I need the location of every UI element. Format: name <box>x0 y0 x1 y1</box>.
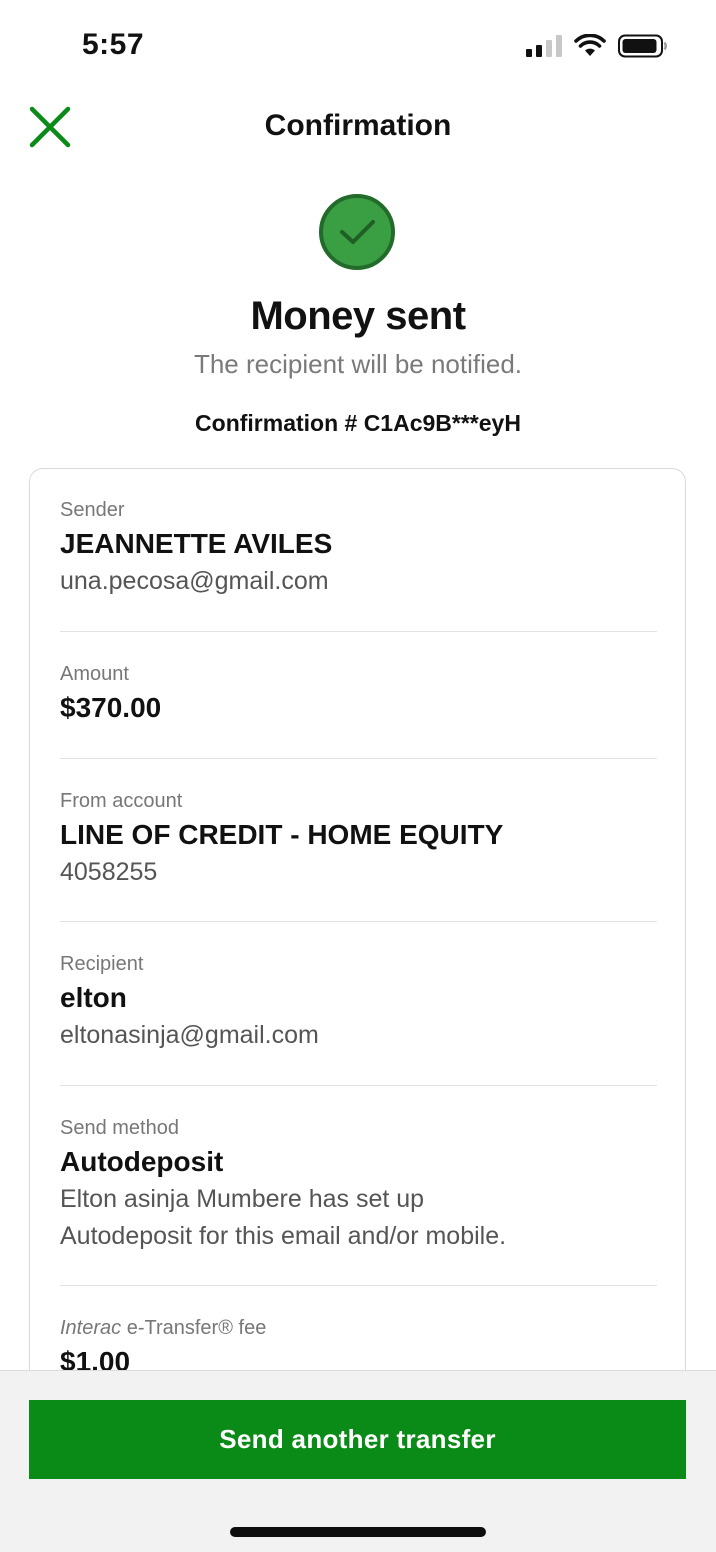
sender-section: Sender JEANNETTE AVILES una.pecosa@gmail… <box>60 499 657 600</box>
from-account-number: 4058255 <box>60 858 158 886</box>
send-method-section: Send method Autodeposit Elton asinja Mum… <box>60 1117 657 1255</box>
sender-name: JEANNETTE AVILES <box>60 528 333 559</box>
check-circle-icon <box>319 194 395 270</box>
status-time: 5:57 <box>82 28 145 61</box>
success-title: Money sent <box>250 294 466 338</box>
from-account-label: From account <box>60 790 183 812</box>
fee-label: Interac e-Transfer® fee <box>60 1317 657 1340</box>
fee-section: Interac e-Transfer® fee $1.00 <box>60 1317 657 1378</box>
home-indicator <box>230 1527 486 1537</box>
success-subtitle: The recipient will be notified. <box>193 349 523 379</box>
send-another-transfer-button[interactable]: Send another transfer <box>29 1400 686 1479</box>
recipient-name: elton <box>60 982 127 1013</box>
send-method-note-line2: Autodeposit for this email and/or mobile… <box>60 1222 507 1250</box>
from-account-name: LINE OF CREDIT - HOME EQUITY <box>60 819 504 850</box>
fee-label-rest: e-Transfer® fee <box>121 1317 267 1339</box>
divider <box>60 921 657 922</box>
amount-value: $370.00 <box>60 692 162 723</box>
divider <box>60 1085 657 1086</box>
wifi-icon <box>574 34 606 56</box>
sender-label: Sender <box>60 499 125 521</box>
send-method-label: Send method <box>60 1117 179 1139</box>
amount-section: Amount $370.00 <box>60 663 657 724</box>
bottom-action-bar: Send another transfer <box>0 1370 716 1552</box>
transfer-details-card: Sender JEANNETTE AVILES una.pecosa@gmail… <box>29 468 686 1428</box>
amount-label: Amount <box>60 663 129 685</box>
fee-label-italic: Interac <box>60 1317 122 1339</box>
confirmation-number: Confirmation # C1Ac9B***eyH <box>195 410 521 436</box>
divider <box>60 758 657 759</box>
status-icons <box>526 34 668 58</box>
recipient-email: eltonasinja@gmail.com <box>60 1021 319 1049</box>
send-method-note-line1: Elton asinja Mumbere has set up <box>60 1185 425 1213</box>
status-bar: 5:57 <box>0 0 716 95</box>
from-account-section: From account LINE OF CREDIT - HOME EQUIT… <box>60 790 657 891</box>
recipient-section: Recipient elton eltonasinja@gmail.com <box>60 953 657 1054</box>
page-title: Confirmation <box>264 109 452 142</box>
divider <box>60 1285 657 1286</box>
header: Confirmation <box>0 95 716 165</box>
divider <box>60 631 657 632</box>
send-method-note: Elton asinja Mumbere has set up Autodepo… <box>60 1181 657 1255</box>
sender-email: una.pecosa@gmail.com <box>60 567 329 595</box>
cellular-signal-icon <box>526 35 562 57</box>
send-method-value: Autodeposit <box>60 1146 224 1177</box>
battery-icon <box>618 34 667 58</box>
recipient-label: Recipient <box>60 953 144 975</box>
